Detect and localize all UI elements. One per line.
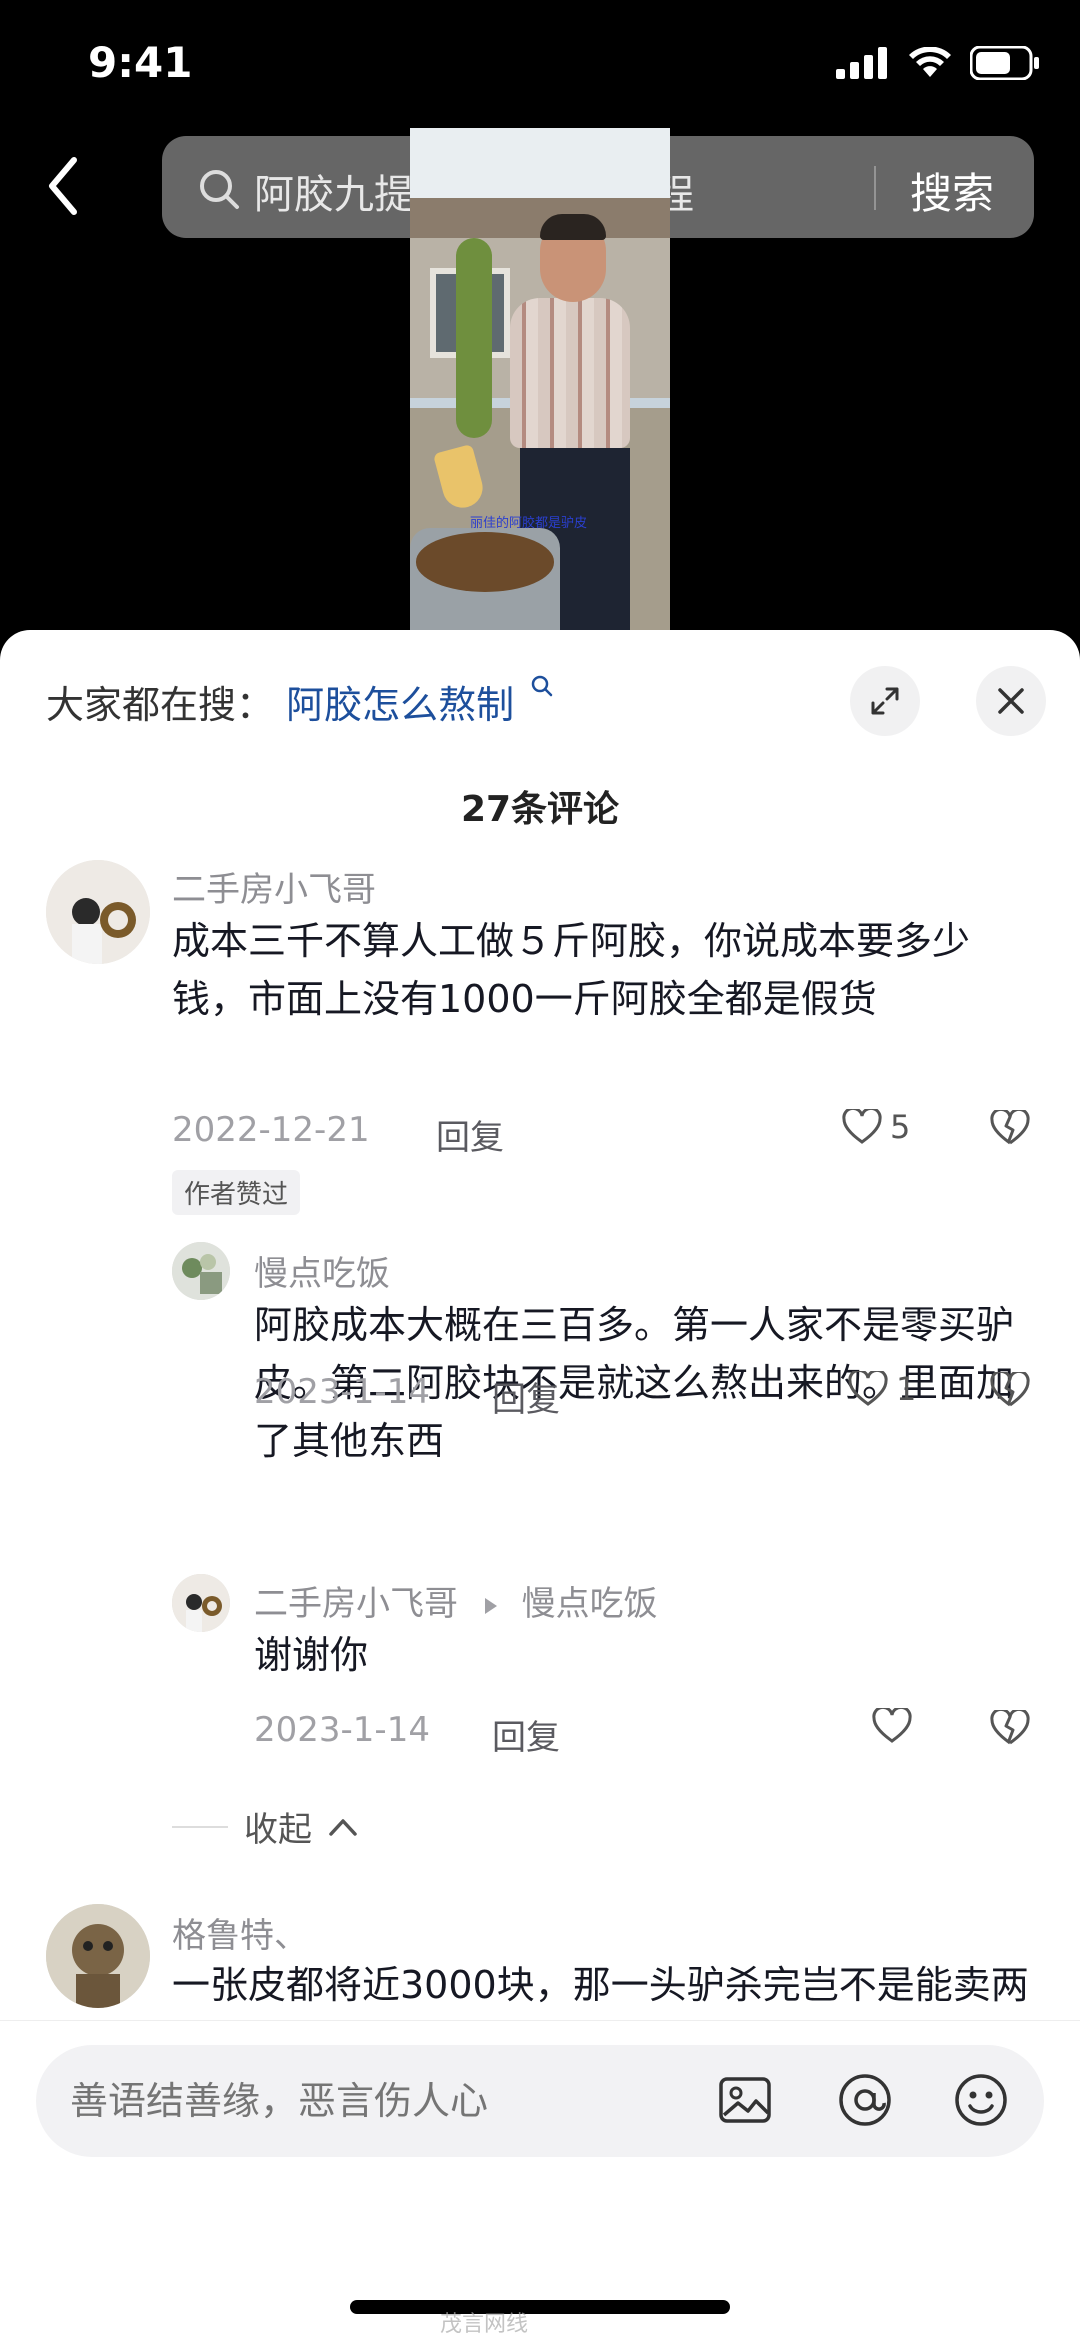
comment-author[interactable]: 二手房小飞哥 xyxy=(172,862,376,911)
watermark: 茂言网线 xyxy=(440,2312,529,2337)
comment-date: 2023-1-14 xyxy=(254,1710,430,1750)
comment-date: 2022-12-21 xyxy=(172,1110,370,1150)
reply-button[interactable]: 回复 xyxy=(492,1372,560,1421)
collapse-replies-button[interactable]: 收起 xyxy=(172,1802,358,1851)
hot-search-link[interactable]: 阿胶怎么熬制 xyxy=(286,683,514,727)
like-button[interactable]: 5 xyxy=(842,1108,910,1146)
play-arrow-icon xyxy=(484,1597,497,1614)
at-mention-icon[interactable] xyxy=(836,2071,894,2129)
author-liked-badge: 作者赞过 xyxy=(172,1170,301,1215)
avatar-image xyxy=(46,860,150,964)
chevron-left-icon xyxy=(49,157,77,215)
wifi-icon xyxy=(909,47,951,77)
close-button[interactable] xyxy=(976,666,1046,736)
heart-icon xyxy=(842,1109,882,1144)
comments-sheet: 大家都在搜： 阿胶怎么熬制 27条评论 二手房小飞哥 成本三千不算人工做５斤阿胶… xyxy=(0,630,1080,2339)
broken-heart-icon xyxy=(990,1707,1030,1745)
comment-date: 2023-1-14 xyxy=(254,1372,430,1412)
comment-count: 27条评论 xyxy=(460,789,620,830)
comment-input-box[interactable] xyxy=(36,2045,1044,2157)
hot-search-label: 大家都在搜： xyxy=(46,683,275,727)
broken-heart-icon xyxy=(990,1107,1030,1145)
like-button[interactable] xyxy=(872,1708,912,1744)
status-bar: 9:41 xyxy=(0,0,1080,130)
video-caption: 丽佳的阿胶都是驴皮 xyxy=(470,516,588,531)
reply-button[interactable]: 回复 xyxy=(492,1710,560,1759)
like-button[interactable]: 1 xyxy=(848,1370,916,1408)
dislike-button[interactable] xyxy=(990,1707,1030,1750)
avatar[interactable] xyxy=(172,1242,230,1300)
reply-button[interactable]: 回复 xyxy=(436,1110,504,1159)
heart-icon xyxy=(848,1371,888,1406)
broken-heart-icon xyxy=(990,1369,1030,1407)
signal-icon xyxy=(836,47,887,79)
video-player[interactable]: 丽佳的阿胶都是驴皮 xyxy=(410,128,670,638)
heart-icon xyxy=(872,1708,912,1743)
avatar-image xyxy=(172,1574,230,1632)
dislike-button[interactable] xyxy=(990,1107,1030,1150)
emoji-icon[interactable] xyxy=(952,2071,1010,2129)
avatar[interactable] xyxy=(46,860,150,964)
comment-input[interactable] xyxy=(70,2079,670,2123)
status-time: 9:41 xyxy=(88,38,193,87)
avatar-image xyxy=(172,1242,230,1300)
home-indicator[interactable] xyxy=(350,2300,730,2314)
small-search-icon xyxy=(531,675,553,697)
search-divider xyxy=(874,166,876,210)
image-icon[interactable] xyxy=(716,2071,774,2129)
reply-to-author[interactable]: 慢点吃饭 xyxy=(522,1584,658,1624)
hot-search: 大家都在搜： 阿胶怎么熬制 xyxy=(46,674,554,729)
comment-text: 谢谢你 xyxy=(254,1633,369,1677)
collapse-label: 收起 xyxy=(244,1810,312,1850)
close-icon xyxy=(998,688,1024,714)
comment-input-bar xyxy=(0,2020,1080,2339)
search-button[interactable]: 搜索 xyxy=(910,160,994,221)
like-count: 5 xyxy=(890,1108,911,1146)
chevron-up-icon xyxy=(329,1818,357,1836)
expand-button[interactable] xyxy=(850,666,920,736)
comment-author: 二手房小飞哥 慢点吃饭 xyxy=(254,1576,658,1625)
comment-author[interactable]: 格鲁特、 xyxy=(172,1908,308,1957)
dislike-button[interactable] xyxy=(990,1369,1030,1412)
avatar[interactable] xyxy=(46,1904,150,2008)
reply-author[interactable]: 二手房小飞哥 xyxy=(254,1584,458,1624)
like-count: 1 xyxy=(896,1370,917,1408)
comment-text: 成本三千不算人工做５斤阿胶，你说成本要多少钱，市面上没有1000一斤阿胶全都是假… xyxy=(172,919,971,1021)
avatar-image xyxy=(46,1904,150,2008)
avatar[interactable] xyxy=(172,1574,230,1632)
search-icon xyxy=(200,170,239,209)
divider xyxy=(172,1825,228,1828)
expand-icon xyxy=(871,687,899,715)
status-icons xyxy=(836,46,1040,80)
back-button[interactable] xyxy=(40,150,100,230)
battery-icon xyxy=(970,46,1039,80)
comment-author[interactable]: 慢点吃饭 xyxy=(254,1246,390,1295)
